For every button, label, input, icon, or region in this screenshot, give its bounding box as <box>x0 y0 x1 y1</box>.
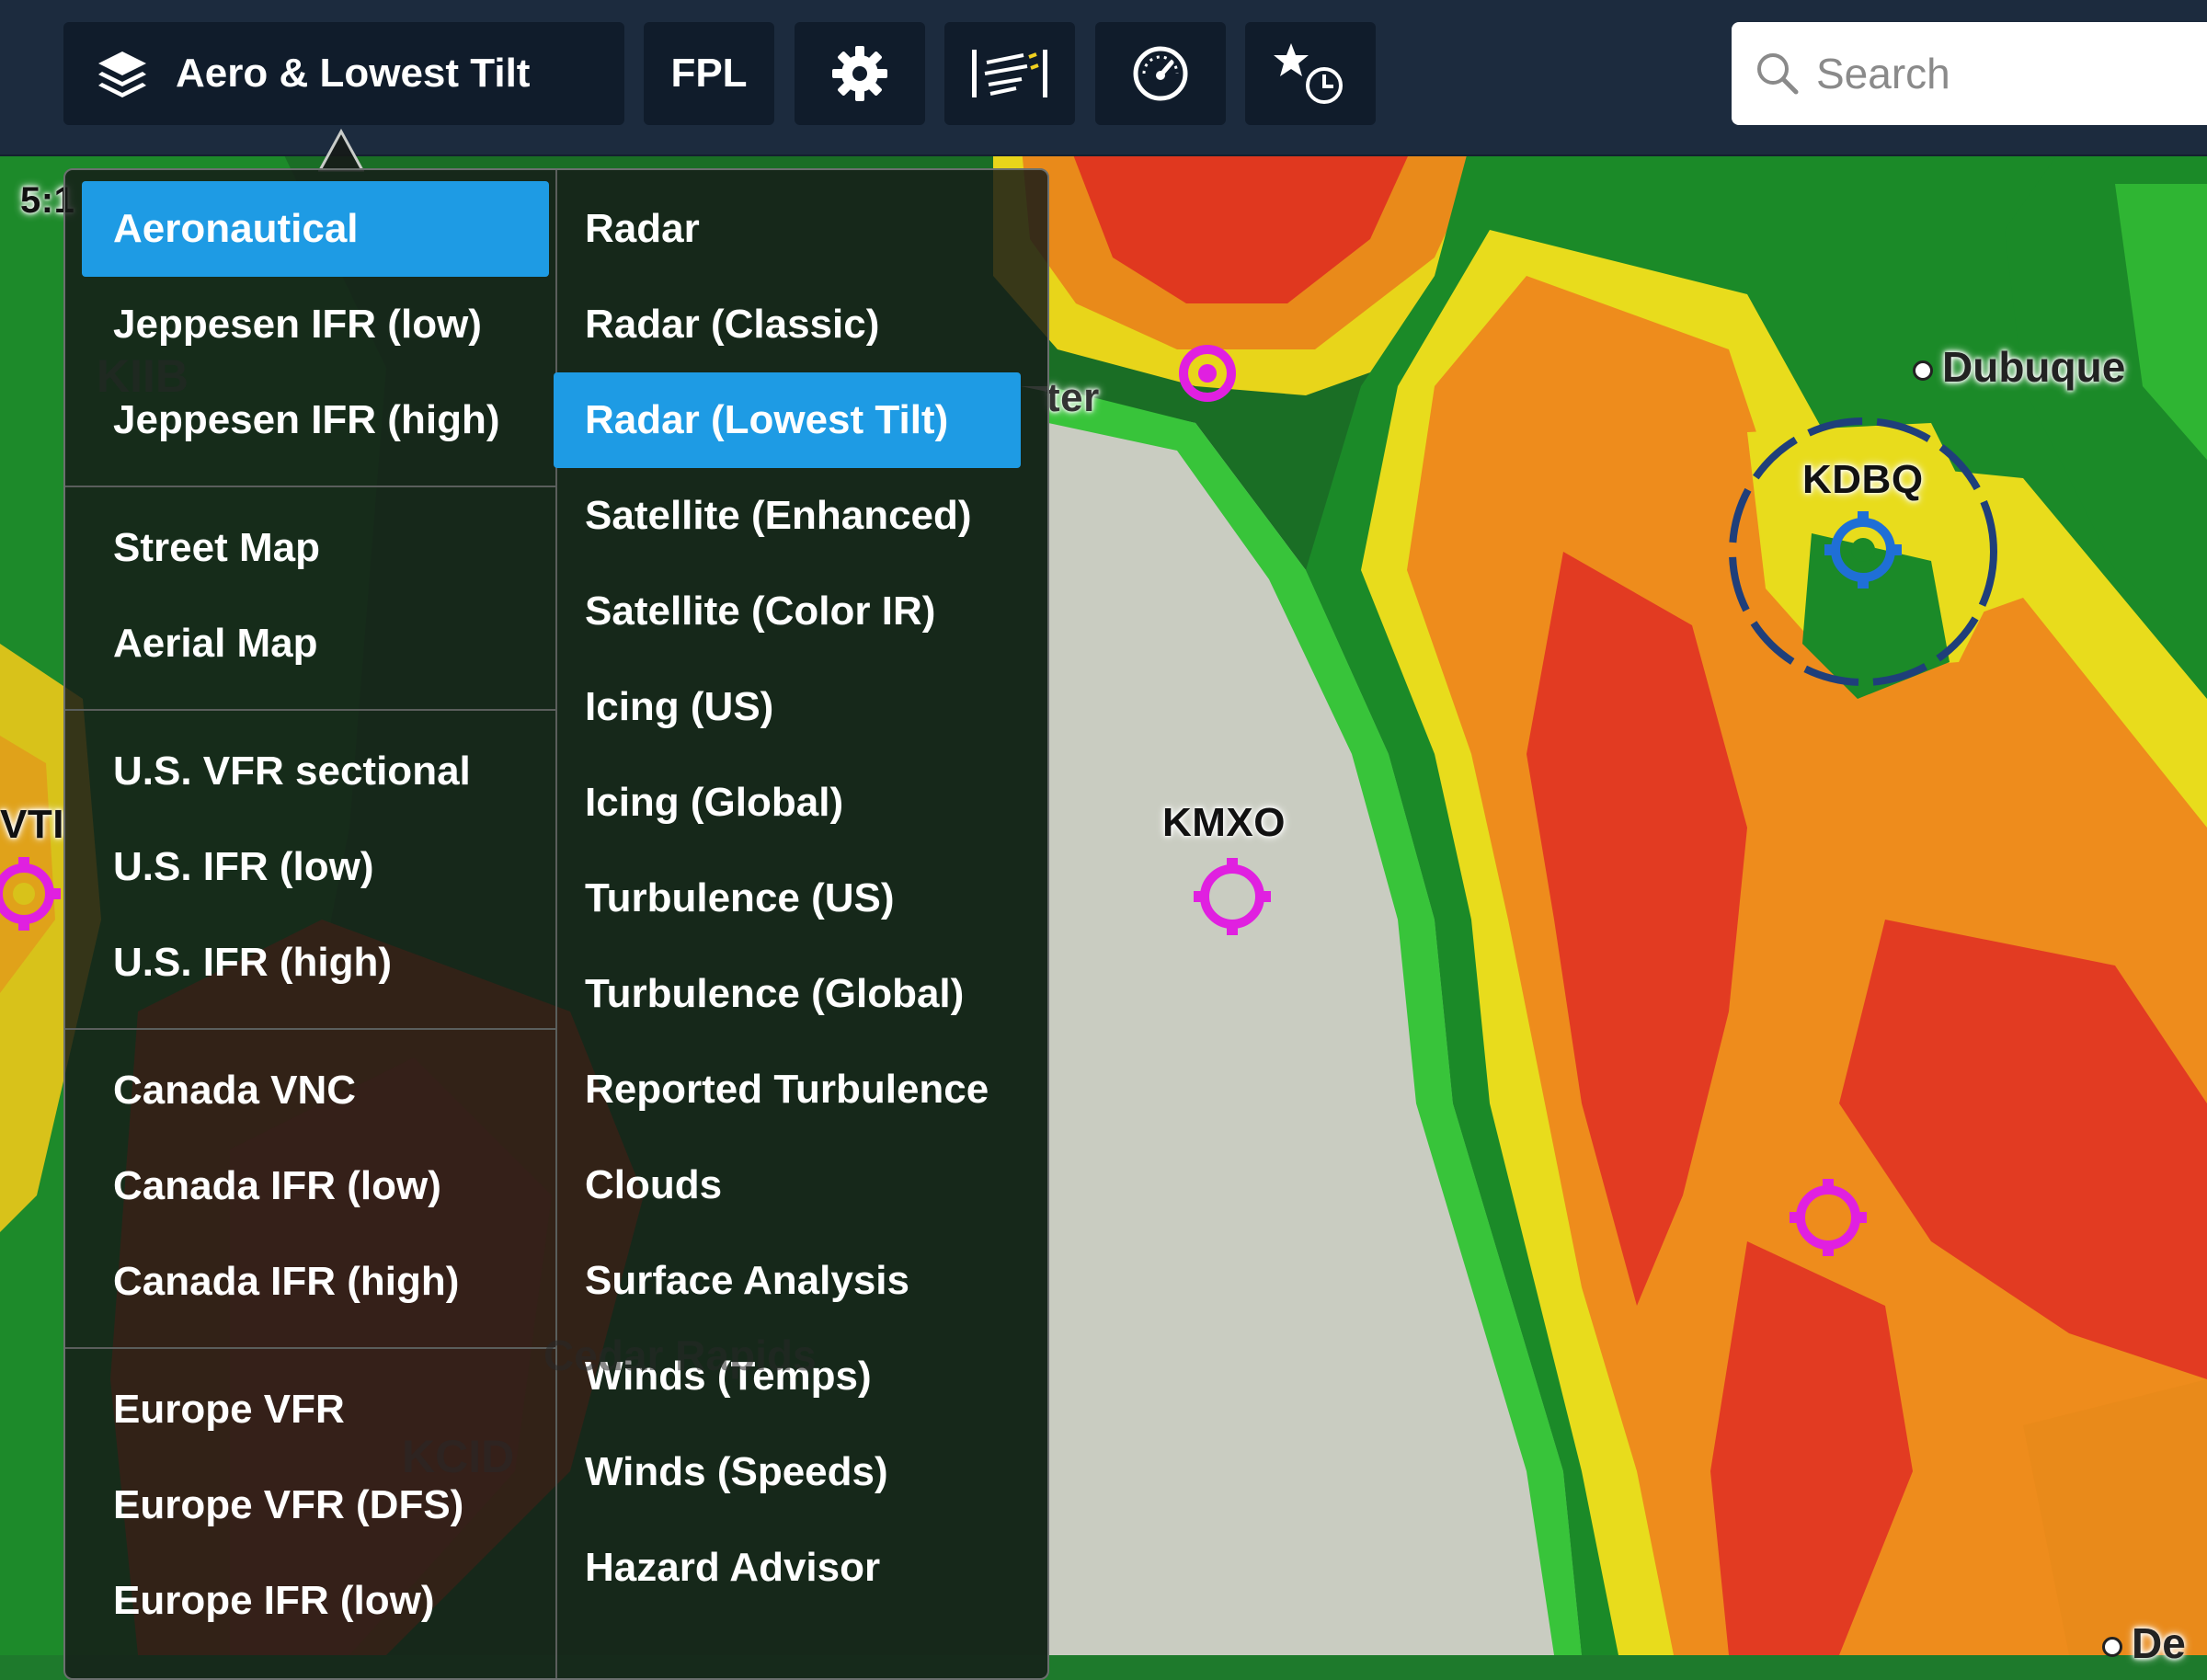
instruments-button[interactable] <box>1095 22 1226 125</box>
menu-divider <box>65 1028 555 1030</box>
overlay-turbulence-global[interactable]: Turbulence (Global) <box>554 946 1021 1042</box>
base-map-us-vfr-sectional[interactable]: U.S. VFR sectional <box>82 724 549 819</box>
base-map-street-map[interactable]: Street Map <box>82 500 549 596</box>
menu-divider <box>65 486 555 487</box>
fpl-button[interactable]: FPL <box>644 22 774 125</box>
overlay-icing-global[interactable]: Icing (Global) <box>554 755 1021 851</box>
map-layers-menu: Aeronautical Jeppesen IFR (low) Jeppesen… <box>63 168 1049 1680</box>
overlay-clouds[interactable]: Clouds <box>554 1137 1021 1233</box>
layers-icon <box>95 46 150 101</box>
city-dot <box>2102 1636 2122 1657</box>
overlay-icing-us[interactable]: Icing (US) <box>554 659 1021 755</box>
wind-panel-button[interactable] <box>944 22 1075 125</box>
menu-caret <box>318 128 364 172</box>
city-dot <box>1913 360 1933 381</box>
overlay-radar-classic[interactable]: Radar (Classic) <box>554 277 1021 372</box>
overlay-list: Radar Radar (Classic) Radar (Lowest Tilt… <box>554 170 1047 1678</box>
gauge-icon <box>1131 44 1190 103</box>
base-map-canada-ifr-low[interactable]: Canada IFR (low) <box>82 1138 549 1234</box>
base-map-canada-ifr-high[interactable]: Canada IFR (high) <box>82 1234 549 1330</box>
overlay-winds-speeds[interactable]: Winds (Speeds) <box>554 1424 1021 1520</box>
wind-profile-icon <box>968 46 1051 101</box>
partial-city-label: ter <box>1046 375 1100 420</box>
base-map-us-ifr-high[interactable]: U.S. IFR (high) <box>82 915 549 1011</box>
vti-label: VTI <box>0 802 64 847</box>
map-layers-button[interactable]: Aero & Lowest Tilt <box>63 22 624 125</box>
base-map-aerial-map[interactable]: Aerial Map <box>82 596 549 691</box>
overlay-radar[interactable]: Radar <box>554 181 1021 277</box>
menu-divider <box>65 1347 555 1349</box>
map-layers-label: Aero & Lowest Tilt <box>176 51 531 96</box>
gear-icon <box>830 44 889 103</box>
overlay-turbulence-us[interactable]: Turbulence (US) <box>554 851 1021 946</box>
search-icon <box>1754 50 1801 97</box>
search-field[interactable] <box>1732 22 2207 125</box>
base-map-europe-ifr-low[interactable]: Europe IFR (low) <box>82 1553 549 1649</box>
kcid-label: KCID <box>402 1431 515 1482</box>
menu-divider <box>65 709 555 711</box>
city-label-partial: De <box>2102 1618 2186 1668</box>
favorites-recents-button[interactable] <box>1245 22 1376 125</box>
overlay-satellite-enhanced[interactable]: Satellite (Enhanced) <box>554 468 1021 564</box>
base-map-canada-vnc[interactable]: Canada VNC <box>82 1043 549 1138</box>
kmxo-label: KMXO <box>1162 800 1286 845</box>
city-label-dubuque: Dubuque <box>1913 342 2125 392</box>
overlay-surface-analysis[interactable]: Surface Analysis <box>554 1233 1021 1329</box>
overlay-radar-lowest-tilt[interactable]: Radar (Lowest Tilt) <box>554 372 1021 468</box>
overlay-reported-turbulence[interactable]: Reported Turbulence <box>554 1042 1021 1137</box>
city-label-cedar-rapids: Cedar Rapids <box>543 1331 817 1379</box>
kdbq-label: KDBQ <box>1802 457 1924 502</box>
base-map-aeronautical[interactable]: Aeronautical <box>82 181 549 277</box>
kiib-label: KIIB <box>97 350 189 402</box>
base-map-us-ifr-low[interactable]: U.S. IFR (low) <box>82 819 549 915</box>
star-clock-icon <box>1269 40 1352 108</box>
search-input[interactable] <box>1814 48 2204 99</box>
settings-button[interactable] <box>795 22 925 125</box>
fpl-label: FPL <box>670 51 748 96</box>
overlay-hazard-advisor[interactable]: Hazard Advisor <box>554 1520 1021 1616</box>
overlay-satellite-color-ir[interactable]: Satellite (Color IR) <box>554 564 1021 659</box>
